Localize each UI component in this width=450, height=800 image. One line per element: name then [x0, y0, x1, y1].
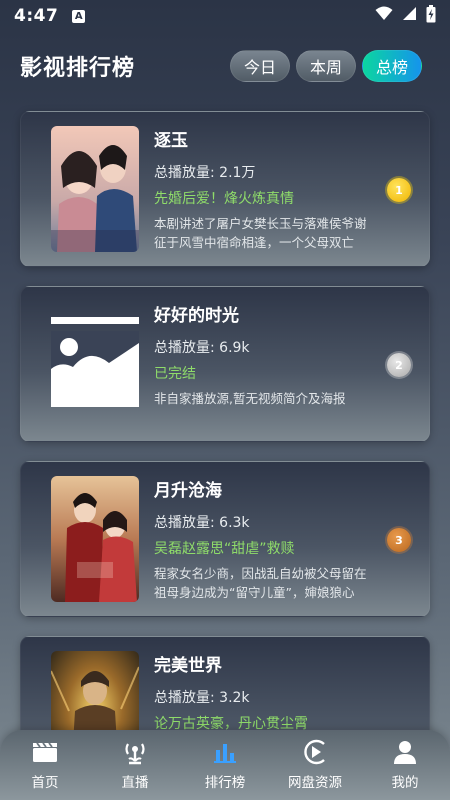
ranking-card[interactable]: 好好的时光 总播放量: 6.9k 已完结 非自家播放源,暂无视频简介及海报 2 [20, 286, 430, 442]
ranking-card[interactable]: 逐玉 总播放量: 2.1万 先婚后爱！烽火炼真情 本剧讲述了屠户女樊长玉与落难侯… [20, 111, 430, 267]
item-tagline: 已完结 [154, 366, 196, 382]
page-title: 影视排行榜 [20, 56, 136, 81]
range-tabs: 今日 本周 总榜 [230, 50, 422, 82]
item-play-count: 总播放量: 3.2k [154, 690, 250, 706]
poster-image [51, 476, 139, 602]
rank-badge-silver: 2 [387, 353, 411, 377]
nav-live[interactable]: 直播 [90, 730, 180, 800]
notification-icon: A [72, 9, 86, 23]
live-antenna-icon [122, 739, 148, 765]
item-description: 程家女名少商，因战乱自幼被父母留在祖母身边成为“留守儿童”，婶娘狼心纵... [154, 566, 367, 600]
nav-label: 直播 [121, 775, 149, 791]
status-bar: 4:47 A [0, 0, 450, 32]
image-placeholder-icon [51, 317, 139, 407]
item-tagline: 先婚后爱！烽火炼真情 [154, 191, 294, 207]
rank-badge-bronze: 3 [387, 528, 411, 552]
tab-this-week[interactable]: 本周 [296, 50, 356, 82]
poster-image [51, 126, 139, 252]
user-icon [392, 739, 418, 765]
item-title: 逐玉 [154, 131, 188, 151]
nav-home[interactable]: 首页 [0, 730, 90, 800]
play-circle-icon [302, 739, 328, 765]
item-info: 好好的时光 总播放量: 6.9k 已完结 非自家播放源,暂无视频简介及海报 [154, 303, 377, 427]
rank-badge-gold: 1 [387, 178, 411, 202]
item-info: 逐玉 总播放量: 2.1万 先婚后爱！烽火炼真情 本剧讲述了屠户女樊长玉与落难侯… [154, 128, 377, 252]
nav-cloud-resources[interactable]: 网盘资源 [270, 730, 360, 800]
item-tagline: 吴磊赵露思“甜虐”救赎 [154, 541, 295, 557]
item-title: 完美世界 [154, 656, 222, 676]
item-description: 非自家播放源,暂无视频简介及海报 [154, 391, 346, 406]
item-info: 完美世界 总播放量: 3.2k 论万古英豪，丹心贯尘霄 [154, 653, 377, 734]
nav-label: 首页 [31, 775, 59, 791]
nav-label: 网盘资源 [288, 775, 342, 791]
bar-chart-icon [212, 739, 238, 765]
item-info: 月升沧海 总播放量: 6.3k 吴磊赵露思“甜虐”救赎 程家女名少商，因战乱自幼… [154, 478, 377, 602]
ranking-card[interactable]: 月升沧海 总播放量: 6.3k 吴磊赵露思“甜虐”救赎 程家女名少商，因战乱自幼… [20, 461, 430, 617]
item-play-count: 总播放量: 6.9k [154, 340, 250, 356]
wifi-icon [375, 6, 393, 26]
ranking-list: 逐玉 总播放量: 2.1万 先婚后爱！烽火炼真情 本剧讲述了屠户女樊长玉与落难侯… [20, 111, 430, 800]
tab-all-time[interactable]: 总榜 [362, 50, 422, 82]
battery-charging-icon [426, 4, 436, 28]
item-play-count: 总播放量: 2.1万 [154, 165, 256, 181]
header: 影视排行榜 今日 本周 总榜 [20, 46, 422, 86]
item-play-count: 总播放量: 6.3k [154, 515, 250, 531]
bottom-navigation: 首页 直播 排行榜 网盘资源 我的 [0, 730, 450, 800]
tab-today[interactable]: 今日 [230, 50, 290, 82]
nav-label: 我的 [391, 775, 419, 791]
nav-label: 排行榜 [204, 775, 246, 791]
cellular-signal-icon [402, 6, 417, 26]
clapperboard-icon [32, 739, 58, 765]
nav-profile[interactable]: 我的 [360, 730, 450, 800]
item-title: 月升沧海 [154, 481, 222, 501]
item-title: 好好的时光 [154, 306, 239, 326]
status-time: 4:47 [14, 6, 59, 26]
nav-rankings[interactable]: 排行榜 [180, 730, 270, 800]
item-description: 本剧讲述了屠户女樊长玉与落难侯爷谢征于风雪中宿命相逢，一个父母双亡要... [154, 216, 367, 250]
